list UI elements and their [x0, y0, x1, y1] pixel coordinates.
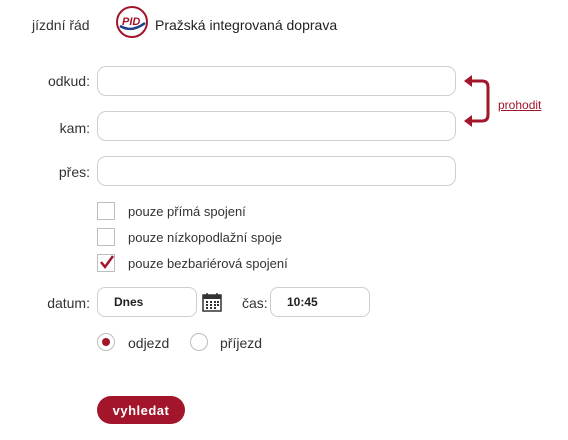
- date-label: datum:: [47, 295, 90, 311]
- low-floor-label: pouze nízkopodlažní spoje: [128, 230, 282, 245]
- logo-text: PID: [122, 16, 140, 28]
- barrier-free-label: pouze bezbariérová spojení: [128, 256, 288, 271]
- from-input[interactable]: [97, 66, 456, 96]
- calendar-icon[interactable]: [202, 292, 222, 312]
- direct-only-checkbox[interactable]: [97, 202, 115, 220]
- departure-radio[interactable]: [97, 333, 115, 351]
- checkmark-icon: [100, 255, 114, 270]
- time-label: čas:: [242, 295, 268, 311]
- to-input[interactable]: [97, 111, 456, 141]
- to-label: kam:: [59, 120, 90, 136]
- via-label: přes:: [58, 164, 90, 180]
- time-input[interactable]: 10:45: [270, 287, 370, 317]
- departure-label: odjezd: [128, 335, 170, 351]
- arrival-label: příjezd: [220, 335, 263, 351]
- pid-logo: PID: [116, 6, 148, 38]
- swap-arrows-icon[interactable]: [462, 68, 496, 134]
- barrier-free-checkbox[interactable]: [97, 254, 115, 272]
- search-button[interactable]: vyhledat: [97, 396, 185, 424]
- direct-only-label: pouze přímá spojení: [128, 204, 246, 219]
- via-input[interactable]: [97, 156, 456, 186]
- from-label: odkud:: [47, 73, 90, 89]
- date-input[interactable]: Dnes: [97, 287, 197, 317]
- organization-name: Pražská integrovaná doprava: [155, 17, 338, 33]
- low-floor-checkbox[interactable]: [97, 228, 115, 246]
- radio-selected-dot: [102, 338, 110, 346]
- swap-link[interactable]: prohodit: [498, 98, 541, 112]
- timetable-label: jízdní řád: [32, 17, 90, 33]
- arrival-radio[interactable]: [190, 333, 208, 351]
